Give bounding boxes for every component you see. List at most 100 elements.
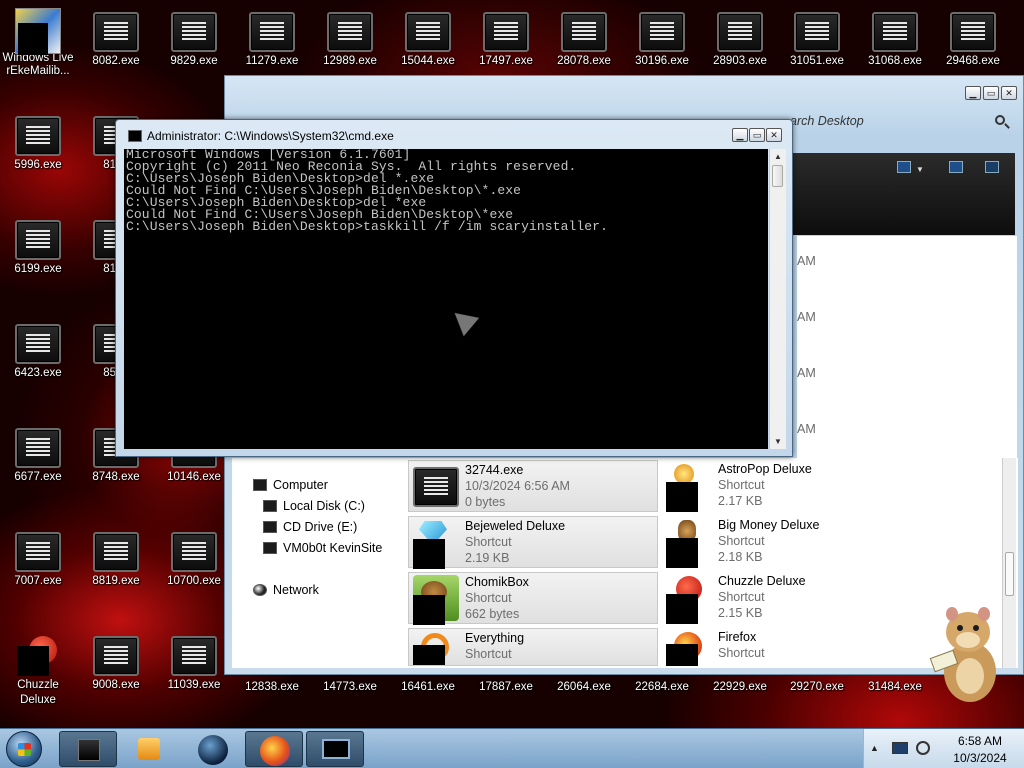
desktop-icon-label: 16461.exe — [401, 681, 455, 693]
tile-subtitle: Shortcut — [718, 646, 765, 660]
desktop-icon-label: 22929.exe — [713, 681, 767, 693]
file-tile-32744[interactable]: 32744.exe 10/3/2024 6:56 AM 0 bytes — [408, 460, 658, 512]
desktop-icon-exe[interactable]: 31051.exe — [779, 0, 855, 80]
close-button[interactable]: ✕ — [766, 128, 782, 142]
desktop-icon-exe[interactable]: 10700.exe — [156, 520, 232, 600]
taskbar-explorer-button[interactable] — [59, 731, 117, 767]
tile-name: Big Money Deluxe — [718, 518, 820, 532]
desktop-icon-exe[interactable]: 6423.exe — [0, 312, 76, 392]
taskbar-media-player-button[interactable] — [120, 731, 178, 767]
desktop-icon-label: 30196.exe — [635, 55, 689, 67]
desktop-icon-exe[interactable]: 8082.exe — [78, 0, 154, 80]
desktop-icon-label: 10700.exe — [167, 575, 221, 587]
preview-pane-icon[interactable] — [949, 161, 963, 173]
desktop-icon-windows-live[interactable]: Windows Live rEkeMailib... — [0, 0, 76, 80]
exe-icon — [639, 12, 685, 52]
help-icon[interactable] — [985, 161, 999, 173]
tile-size: 662 bytes — [465, 607, 520, 621]
desktop-icon-exe[interactable]: 17497.exe — [468, 0, 544, 80]
clock-date[interactable]: 10/3/2024 — [942, 751, 1018, 765]
tile-size: 2.19 KB — [465, 551, 510, 565]
desktop-icon-label: 11279.exe — [245, 55, 299, 67]
taskbar-firefox-button[interactable] — [245, 731, 303, 767]
desktop-icon-exe[interactable]: 30196.exe — [624, 0, 700, 80]
scrollbar-thumb[interactable] — [1005, 552, 1014, 596]
nav-label: VM0b0t KevinSite — [283, 541, 383, 555]
cmd-console[interactable]: Microsoft Windows [Version 6.1.7601] Cop… — [124, 149, 768, 449]
desktop-icon-exe[interactable]: 29468.exe — [935, 0, 1011, 80]
show-hidden-icons-icon[interactable]: ▲ — [870, 743, 879, 753]
desktop-icon-label: 28078.exe — [557, 55, 611, 67]
search-icon[interactable] — [995, 115, 1005, 125]
nav-item-cd-drive[interactable]: CD Drive (E:) — [263, 520, 357, 534]
chevron-down-icon[interactable]: ▼ — [916, 165, 924, 174]
clock-time[interactable]: 6:58 AM — [942, 734, 1018, 748]
tile-name: Chuzzle Deluxe — [718, 574, 806, 588]
file-tile-everything[interactable]: Everything Shortcut — [408, 628, 658, 666]
desktop-icon-exe[interactable]: 7007.exe — [0, 520, 76, 600]
windows-live-label-2: rEkeMailib... — [6, 65, 70, 77]
cmd-icon — [128, 130, 142, 142]
desktop-icon-exe[interactable]: 5996.exe — [0, 104, 76, 184]
desktop-icon-exe[interactable]: 15044.exe — [390, 0, 466, 80]
nav-item-vm[interactable]: VM0b0t KevinSite — [263, 541, 382, 555]
tile-name: AstroPop Deluxe — [718, 462, 812, 476]
volume-icon[interactable] — [916, 741, 930, 755]
exe-icon — [15, 324, 61, 364]
nav-item-local-disk[interactable]: Local Disk (C:) — [263, 499, 365, 513]
exe-icon — [15, 428, 61, 468]
desktop-icon-exe[interactable]: 28078.exe — [546, 0, 622, 80]
nav-label: Local Disk (C:) — [283, 499, 365, 513]
cmd-window: Administrator: C:\Windows\System32\cmd.e… — [115, 119, 793, 457]
file-tile-chuzzle[interactable]: Chuzzle Deluxe Shortcut 2.15 KB — [662, 572, 912, 624]
console-line: C:\Users\Joseph Biden\Desktop>taskkill /… — [126, 219, 608, 234]
desktop-icon-chuzzle[interactable]: Chuzzle Deluxe — [0, 624, 76, 708]
desktop-icon-exe[interactable]: 8819.exe — [78, 520, 154, 600]
file-tile-big-money[interactable]: Big Money Deluxe Shortcut 2.18 KB — [662, 516, 912, 568]
minimize-button[interactable]: ▁ — [732, 128, 748, 142]
desktop-icon-exe[interactable]: 9008.exe — [78, 624, 154, 704]
start-button[interactable] — [6, 731, 42, 767]
exe-icon — [327, 12, 373, 52]
tile-subtitle: 10/3/2024 6:56 AM — [465, 479, 570, 493]
file-tile-astropop[interactable]: AstroPop Deluxe Shortcut 2.17 KB — [662, 460, 912, 512]
everything-icon — [409, 629, 461, 665]
exe-icon — [561, 12, 607, 52]
scroll-up-arrow-icon[interactable]: ▲ — [774, 152, 782, 161]
desktop-icon-exe[interactable]: 9829.exe — [156, 0, 232, 80]
close-button[interactable]: ✕ — [1001, 86, 1017, 100]
taskbar-network-button[interactable] — [184, 731, 242, 767]
tile-size: 2.17 KB — [718, 494, 763, 508]
tile-size: 2.15 KB — [718, 606, 763, 620]
file-tile-bejeweled[interactable]: Bejeweled Deluxe Shortcut 2.19 KB — [408, 516, 658, 569]
maximize-button[interactable]: ▭ — [983, 86, 999, 100]
file-tile-chomikbox[interactable]: ChomikBox Shortcut 662 bytes — [408, 572, 658, 625]
nav-item-computer[interactable]: Computer — [253, 478, 328, 492]
taskbar-cmd-button[interactable] — [306, 731, 364, 767]
view-options-icon[interactable] — [897, 161, 911, 173]
desktop-icon-label: 6423.exe — [14, 367, 62, 379]
chuzzle-icon — [15, 636, 61, 676]
firefox-icon — [662, 628, 714, 666]
network-status-icon[interactable] — [892, 742, 908, 754]
tile-subtitle: Shortcut — [718, 534, 765, 548]
exe-icon — [93, 636, 139, 676]
nav-item-network[interactable]: Network — [253, 583, 319, 597]
minimize-button[interactable]: ▁ — [965, 86, 981, 100]
desktop-icon-exe[interactable]: 11279.exe — [234, 0, 310, 80]
file-tile-firefox[interactable]: Firefox Shortcut — [662, 628, 912, 666]
desktop-icon-exe[interactable]: 6677.exe — [0, 416, 76, 496]
maximize-button[interactable]: ▭ — [749, 128, 765, 142]
exe-icon — [950, 12, 996, 52]
desktop-icon-exe[interactable]: 12989.exe — [312, 0, 388, 80]
desktop-icon-exe[interactable]: 6199.exe — [0, 208, 76, 288]
tile-subtitle: Shortcut — [465, 535, 512, 549]
desktop-icon-exe[interactable]: 28903.exe — [702, 0, 778, 80]
desktop-icon-exe[interactable]: 11039.exe — [156, 624, 232, 704]
desktop-icon-label: 31051.exe — [790, 55, 844, 67]
cmd-scrollbar[interactable]: ▲ ▼ — [769, 149, 786, 449]
desktop-icon-exe[interactable]: 31068.exe — [857, 0, 933, 80]
search-input[interactable]: arch Desktop — [790, 114, 864, 128]
scroll-down-arrow-icon[interactable]: ▼ — [774, 437, 782, 446]
scrollbar-thumb[interactable] — [772, 165, 783, 187]
